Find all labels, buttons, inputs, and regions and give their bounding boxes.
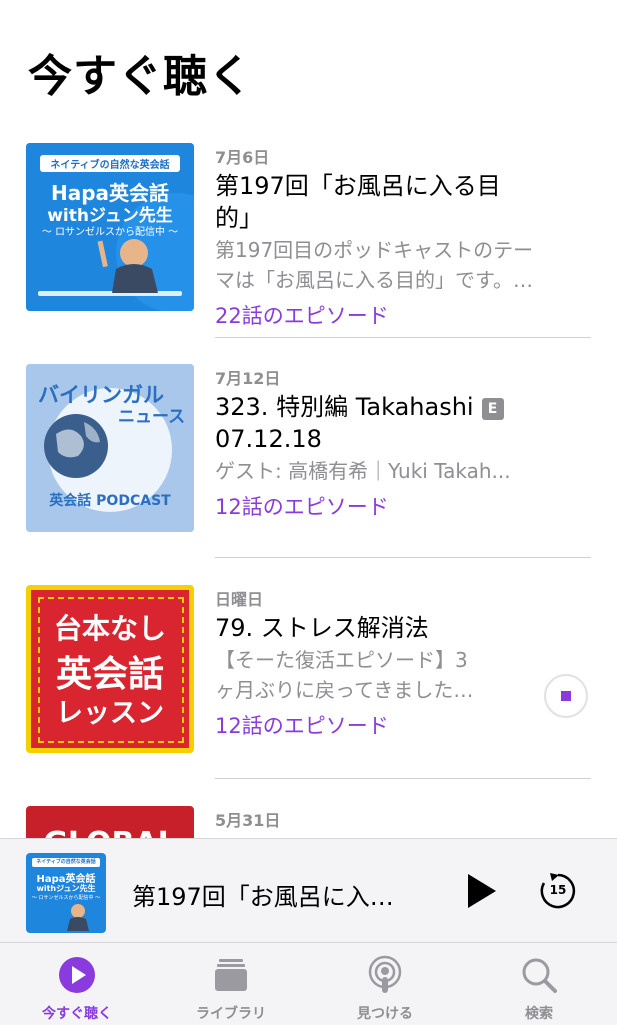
podcast-artwork-bilingual: バイリンガル ニュース 英会話 PODCAST [26, 364, 194, 532]
episode-count-link[interactable]: 12話のエピソード [215, 711, 535, 741]
artwork-subtitle: withジュン先生 [36, 884, 96, 893]
episode-meta: 5月31日 [215, 811, 535, 831]
tab-label: ライブラリ [196, 1006, 266, 1022]
episode-title-text: 323. 特別編 Takahashi [215, 393, 474, 421]
artwork-banner: ネイティブの自然な英会話 [50, 160, 170, 171]
episode-meta: 7月12日 323. 特別編 Takahashi E 07.12.18 ゲスト: … [215, 369, 535, 522]
divider [215, 557, 591, 558]
explicit-badge: E [481, 398, 504, 420]
episode-title: 79. ストレス解消法 [215, 614, 429, 642]
tab-label: 今すぐ聴く [42, 1006, 112, 1022]
episode-description-cont: マは「お風呂に入る目的」です。… [215, 268, 533, 292]
episode-meta: 日曜日 79. ストレス解消法 【そーた復活エピソード】3 ヶ月ぶりに戻ってきま… [215, 590, 535, 741]
now-playing-artwork: ネイティブの自然な英会話 Hapa英会話 withジュン先生 〜 ロサンゼルスか… [26, 853, 106, 933]
artwork-title: 台本なし [53, 612, 166, 645]
episode-title: 第197回「お風呂に入る目的」 [215, 172, 501, 232]
artwork-subtitle: 英会話 [55, 654, 164, 695]
mini-player[interactable]: ネイティブの自然な英会話 Hapa英会話 withジュン先生 〜 ロサンゼルスか… [0, 838, 617, 943]
episode-title: 323. 特別編 Takahashi E [215, 391, 535, 423]
skip-seconds-label: 15 [549, 883, 567, 897]
episode-item-daihon[interactable]: 台本なし 英会話 レッスン 日曜日 79. ストレス解消法 【そーた復活エピソー… [0, 582, 617, 802]
episode-date: 7月6日 [215, 148, 270, 167]
library-icon [215, 959, 247, 991]
search-icon [522, 958, 557, 993]
tab-browse[interactable]: 見つける [320, 943, 450, 1025]
page-title: 今すぐ聴く [28, 51, 253, 102]
episode-description: ゲスト: 高橋有希｜Yuki Takah... [215, 459, 511, 483]
artwork-banner: ネイティブの自然な英会話 [36, 859, 96, 865]
divider [215, 778, 591, 779]
artwork-caption: 〜 ロサンゼルスから配信中 〜 [31, 895, 101, 901]
play-circle-icon [59, 957, 95, 993]
now-playing-title[interactable]: 第197回「お風呂に入… [132, 877, 422, 912]
artwork-caption: 英会話 PODCAST [49, 493, 171, 509]
tab-library[interactable]: ライブラリ [166, 943, 296, 1025]
podcast-icon [368, 955, 402, 993]
episode-description: 【そーた復活エピソード】3 [215, 648, 468, 672]
podcast-artwork-daihon: 台本なし 英会話 レッスン [26, 585, 194, 753]
episode-date: 7月12日 [215, 369, 281, 388]
divider [215, 337, 591, 338]
artwork-caption: レッスン [56, 698, 164, 729]
skip-back-button[interactable]: 15 [537, 870, 579, 912]
episode-description: 第197回目のポッドキャストのテー [215, 238, 534, 262]
episode-date: 5月31日 [215, 811, 281, 830]
download-progress-button[interactable] [544, 674, 588, 718]
stop-icon [561, 691, 571, 701]
episode-item-bilingual[interactable]: バイリンガル ニュース 英会話 PODCAST 7月12日 323. 特別編 T… [0, 361, 617, 581]
artwork-subtitle: ニュース [118, 407, 186, 427]
tab-label: 検索 [525, 1006, 553, 1022]
tab-bar: 今すぐ聴く ライブラリ 見つける 検索 [0, 942, 617, 1025]
artwork-caption: 〜 ロサンゼルスから配信中 〜 [41, 227, 179, 238]
tab-listen-now[interactable]: 今すぐ聴く [12, 943, 142, 1025]
episode-date: 日曜日 [215, 590, 264, 609]
episode-item-hapa[interactable]: ネイティブの自然な英会話 Hapa英会話 withジュン先生 〜 ロサンゼルスか… [0, 140, 617, 360]
tab-search[interactable]: 検索 [474, 943, 604, 1025]
play-icon[interactable] [464, 872, 500, 910]
episode-description-cont: ヶ月ぶりに戻ってきました… [215, 678, 474, 702]
podcast-artwork-hapa: ネイティブの自然な英会話 Hapa英会話 withジュン先生 〜 ロサンゼルスか… [26, 143, 194, 311]
tab-label: 見つける [357, 1006, 413, 1022]
episode-count-link[interactable]: 12話のエピソード [215, 492, 535, 522]
episode-count-link[interactable]: 22話のエピソード [215, 301, 535, 331]
episode-title-cont: 07.12.18 [215, 425, 322, 453]
episode-meta: 7月6日 第197回「お風呂に入る目的」 第197回目のポッドキャストのテー マ… [215, 148, 535, 331]
